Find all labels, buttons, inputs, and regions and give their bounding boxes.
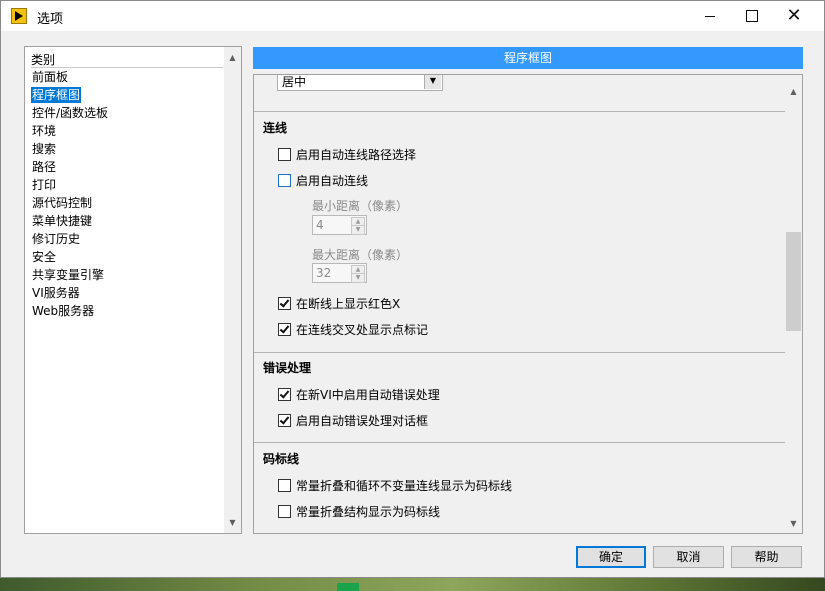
minimize-icon (705, 15, 715, 17)
junction-dots-checkbox[interactable]: 在连线交叉处显示点标记 (278, 321, 428, 338)
category-item-paths[interactable]: 路径 (31, 159, 57, 175)
error-handling-group-title: 错误处理 (263, 361, 312, 375)
scroll-up-icon[interactable]: ▲ (785, 83, 802, 100)
checkbox-label: 在断线上显示红色X (296, 297, 401, 311)
maximize-button[interactable] (729, 1, 775, 31)
spin-down-icon: ▼ (351, 225, 365, 235)
labview-app-icon (11, 8, 27, 24)
checkbox-box[interactable] (278, 323, 291, 336)
max-distance-value: 32 (316, 266, 332, 280)
divider (254, 442, 785, 443)
divider (254, 352, 785, 353)
title-bar: 选项 ✕ (1, 1, 824, 31)
checkbox-label: 在连线交叉处显示点标记 (296, 323, 429, 337)
category-item-palettes[interactable]: 控件/函数选板 (31, 105, 109, 121)
scrollbar-thumb[interactable] (786, 232, 801, 331)
desktop-item (337, 583, 359, 591)
red-x-checkbox[interactable]: 在断线上显示红色X (278, 295, 400, 312)
max-distance-stepper: 32 ▲ ▼ (312, 263, 367, 283)
checkbox-box[interactable] (278, 297, 291, 310)
category-item-menu-shortcuts[interactable]: 菜单快捷键 (31, 213, 93, 229)
category-item-revision-history[interactable]: 修订历史 (31, 231, 81, 247)
cancel-button[interactable]: 取消 (653, 546, 724, 568)
checkbox-label: 常量折叠结构显示为码标线 (296, 505, 441, 519)
category-list[interactable]: 类别 前面板 程序框图 控件/函数选板 环境 搜索 路径 打印 源代码控制 菜单… (24, 46, 242, 534)
auto-wire-checkbox[interactable]: 启用自动连线 (278, 172, 368, 189)
category-item-environment[interactable]: 环境 (31, 123, 57, 139)
spin-down-icon: ▼ (351, 273, 365, 283)
checkbox-box[interactable] (278, 505, 291, 518)
category-header-label: 类别 (31, 53, 56, 67)
checkbox-box[interactable] (278, 388, 291, 401)
new-vi-error-handling-checkbox[interactable]: 在新VI中启用自动错误处理 (278, 386, 440, 403)
checkbox-label: 常量折叠和循环不变量连线显示为码标线 (296, 479, 513, 493)
category-item-shared-variable-engine[interactable]: 共享变量引擎 (31, 267, 105, 283)
checkbox-label: 启用自动错误处理对话框 (296, 414, 429, 428)
category-header: 类别 (31, 51, 223, 68)
fold-structure-checkbox[interactable]: 常量折叠结构显示为码标线 (278, 503, 440, 520)
category-item-source-control[interactable]: 源代码控制 (31, 195, 93, 211)
fold-loop-checkbox[interactable]: 常量折叠和循环不变量连线显示为码标线 (278, 477, 512, 494)
desktop-background (0, 578, 825, 591)
checkbox-box[interactable] (278, 148, 291, 161)
minimize-button[interactable] (687, 1, 733, 31)
checkbox-box[interactable] (278, 414, 291, 427)
category-item-block-diagram[interactable]: 程序框图 (31, 87, 82, 103)
category-item-front-panel[interactable]: 前面板 (31, 69, 69, 85)
category-item-printing[interactable]: 打印 (31, 177, 57, 193)
scroll-up-icon[interactable]: ▲ (224, 49, 241, 66)
divider (254, 111, 785, 112)
code-lines-group-title: 码标线 (263, 452, 300, 466)
wiring-group-title: 连线 (263, 121, 288, 135)
category-item-security[interactable]: 安全 (31, 249, 57, 265)
section-title: 程序框图 (253, 47, 803, 69)
dropdown-value: 居中 (282, 75, 307, 89)
scroll-down-icon[interactable]: ▼ (785, 515, 802, 532)
min-distance-label: 最小距离（像素） (312, 199, 409, 213)
help-button[interactable]: 帮助 (731, 546, 802, 568)
options-dialog: 选项 ✕ 类别 前面板 程序框图 控件/函数选板 环境 搜索 路径 打印 源代码… (0, 0, 825, 578)
category-item-search[interactable]: 搜索 (31, 141, 57, 157)
max-distance-label: 最大距离（像素） (312, 248, 409, 262)
scroll-down-icon[interactable]: ▼ (224, 514, 241, 531)
category-scrollbar[interactable]: ▲ ▼ (224, 47, 241, 533)
options-scrollbar[interactable]: ▲ ▼ (785, 75, 802, 533)
min-distance-stepper: 4 ▲ ▼ (312, 215, 367, 235)
alignment-dropdown[interactable]: 居中 ▼ (277, 75, 443, 91)
options-content: 居中 ▼ 连线 启用自动连线路径选择 启用自动连线 最小距离（像素） 4 ▲ ▼… (254, 75, 785, 533)
min-distance-value: 4 (316, 218, 324, 232)
checkbox-label: 在新VI中启用自动错误处理 (296, 388, 440, 402)
dropdown-arrow-icon[interactable]: ▼ (424, 75, 441, 89)
ok-button[interactable]: 确定 (576, 546, 646, 568)
close-button[interactable]: ✕ (771, 1, 817, 31)
checkbox-box[interactable] (278, 479, 291, 492)
window-title: 选项 (37, 12, 64, 27)
category-item-vi-server[interactable]: VI服务器 (31, 285, 81, 301)
checkbox-label: 启用自动连线路径选择 (296, 148, 417, 162)
error-dialog-checkbox[interactable]: 启用自动错误处理对话框 (278, 412, 428, 429)
checkbox-box[interactable] (278, 174, 291, 187)
checkbox-label: 启用自动连线 (296, 174, 369, 188)
close-icon: ✕ (786, 5, 802, 26)
maximize-icon (746, 10, 758, 22)
options-panel: 居中 ▼ 连线 启用自动连线路径选择 启用自动连线 最小距离（像素） 4 ▲ ▼… (253, 74, 803, 534)
category-item-web-server[interactable]: Web服务器 (31, 303, 95, 319)
auto-route-checkbox[interactable]: 启用自动连线路径选择 (278, 146, 416, 163)
